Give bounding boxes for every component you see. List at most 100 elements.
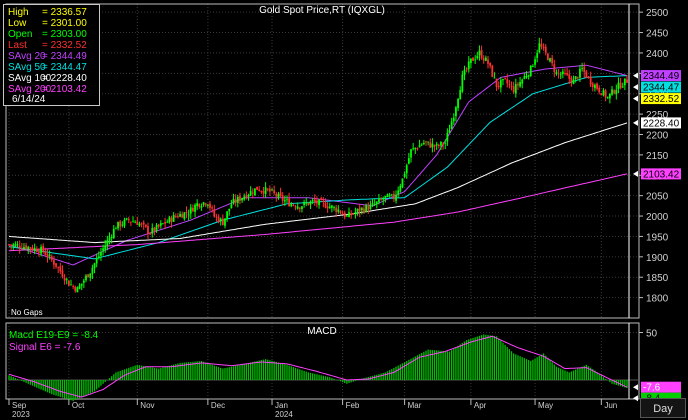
candle-body xyxy=(89,273,92,278)
candle-body xyxy=(576,77,579,79)
candle-body xyxy=(264,187,267,195)
price-tag-label: 2228.40 xyxy=(643,118,680,129)
candle-body xyxy=(407,158,410,164)
year-label: 2024 xyxy=(275,410,293,419)
candle-body xyxy=(324,202,327,208)
day-period-button[interactable]: Day xyxy=(640,398,686,418)
candle-body xyxy=(142,222,145,225)
candle-body xyxy=(80,283,83,286)
candle-body xyxy=(243,196,246,200)
candle-body xyxy=(44,252,47,255)
candle-body xyxy=(542,47,545,49)
candle-body xyxy=(95,258,98,264)
price-tick-label: 1950 xyxy=(646,232,669,243)
candle-body xyxy=(162,223,164,225)
candle-body xyxy=(410,149,412,158)
candle-body xyxy=(70,284,72,286)
candle-body xyxy=(63,278,66,281)
candle-body xyxy=(551,57,554,64)
candle-body xyxy=(514,84,517,94)
header-value: = 2332.52 xyxy=(42,40,87,51)
candle-body xyxy=(320,198,323,201)
candle-body xyxy=(8,244,10,246)
candle-body xyxy=(110,237,113,238)
candle-body xyxy=(144,224,147,227)
candle-body xyxy=(568,74,571,79)
candle-body xyxy=(177,216,179,218)
candle-body xyxy=(217,216,220,222)
candle-body xyxy=(465,68,468,70)
candle-body xyxy=(553,64,556,72)
candle-body xyxy=(97,256,100,258)
candle-body xyxy=(309,201,312,205)
chart-canvas: Gold Spot Price,RT (IQXGL) MACD No Gaps … xyxy=(5,3,681,419)
candle-body xyxy=(478,50,481,56)
candle-body xyxy=(337,209,340,212)
candle-body xyxy=(626,79,628,83)
candle-body xyxy=(40,246,42,254)
price-tick-label: 1900 xyxy=(646,253,669,264)
candle-body xyxy=(87,274,90,278)
candle-body xyxy=(147,226,149,234)
candle-body xyxy=(155,224,158,231)
macd-signal-line xyxy=(8,335,628,398)
candle-body xyxy=(549,58,551,62)
candle-body xyxy=(159,223,162,226)
candle-body xyxy=(480,49,483,59)
header-label: High xyxy=(8,7,29,18)
candle-body xyxy=(600,93,603,96)
candle-body xyxy=(119,221,122,227)
candle-body xyxy=(523,76,526,79)
signal-label: Signal E6 = -7.6 xyxy=(9,342,81,353)
candle-body xyxy=(236,197,239,203)
candle-body xyxy=(256,186,258,190)
candle-body xyxy=(301,206,303,209)
candle-body xyxy=(78,285,81,289)
candle-body xyxy=(461,74,464,92)
candle-body xyxy=(53,260,55,265)
candle-body xyxy=(174,216,177,218)
candle-body xyxy=(170,217,173,223)
candle-body xyxy=(561,71,564,75)
candle-body xyxy=(397,190,400,195)
candle-body xyxy=(405,165,408,174)
candle-body xyxy=(508,84,511,86)
candle-body xyxy=(183,212,186,219)
candle-body xyxy=(532,65,534,67)
candle-body xyxy=(579,68,581,78)
candle-body xyxy=(151,227,154,234)
candle-body xyxy=(386,194,389,198)
candle-body xyxy=(442,143,444,145)
candle-body xyxy=(12,244,15,246)
candle-body xyxy=(617,82,620,90)
candle-body xyxy=(112,228,115,239)
candle-body xyxy=(200,206,203,208)
candle-body xyxy=(472,57,474,61)
candle-body xyxy=(164,222,167,224)
candle-body xyxy=(572,79,575,85)
candle-body xyxy=(437,144,440,147)
candle-body xyxy=(540,44,543,47)
candle-body xyxy=(519,81,521,87)
price-tag-label: 2103.42 xyxy=(643,169,680,180)
candle-body xyxy=(106,240,109,246)
candle-body xyxy=(115,228,117,230)
candle-body xyxy=(341,213,344,215)
candle-body xyxy=(275,193,278,197)
candle-body xyxy=(23,246,25,249)
candle-body xyxy=(555,72,558,74)
candle-body xyxy=(431,143,434,148)
price-tag-label: 2332.52 xyxy=(643,94,680,105)
header-row-high: High = 2336.57 xyxy=(8,7,87,18)
candle-body xyxy=(134,222,137,224)
header-row-last: Last = 2332.52 xyxy=(8,40,87,51)
candle-body xyxy=(277,193,280,199)
candle-body xyxy=(129,221,132,223)
macd-y-axis: 50 xyxy=(639,329,658,340)
candle-body xyxy=(254,188,256,196)
candle-body xyxy=(100,252,102,256)
candle-body xyxy=(121,224,124,226)
header-row-low: Low = 2301.00 xyxy=(8,18,87,29)
candle-body xyxy=(416,148,419,150)
moving-average-lines xyxy=(8,64,628,266)
